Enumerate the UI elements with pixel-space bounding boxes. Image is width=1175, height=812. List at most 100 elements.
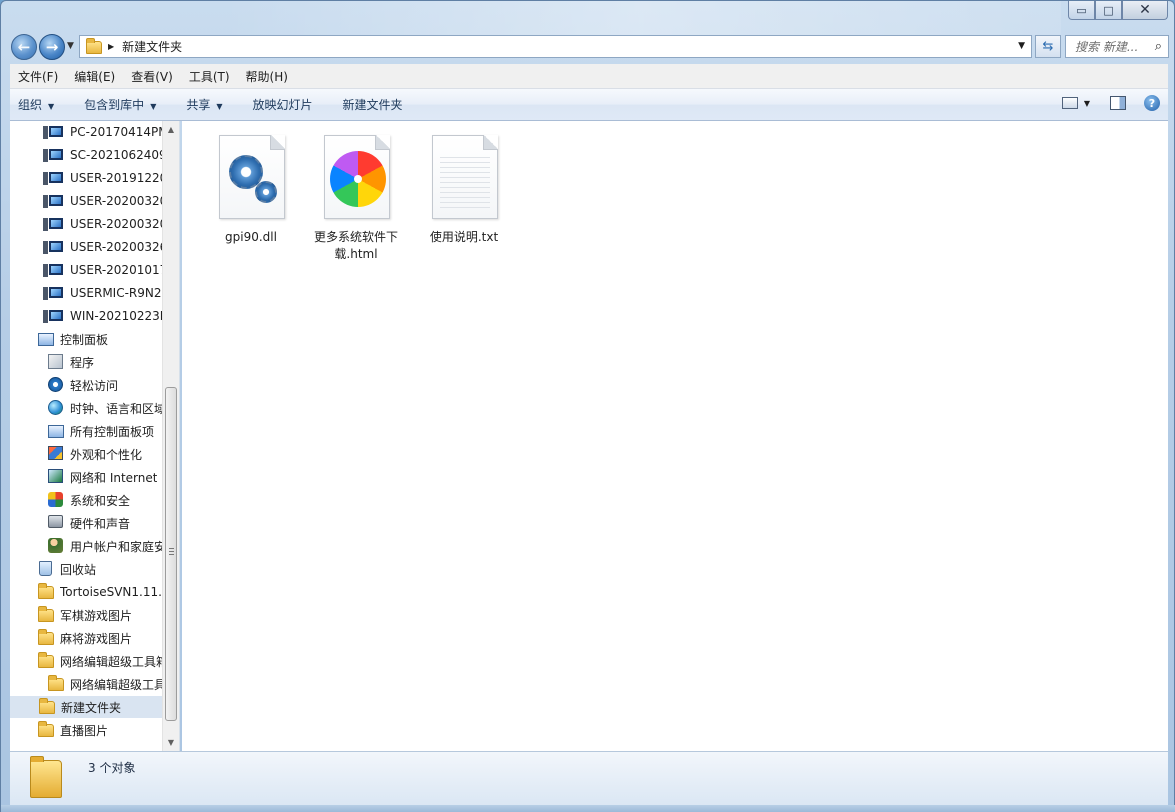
sidebar-item[interactable]: 麻将游戏图片 (38, 627, 162, 649)
new-folder-button[interactable]: 新建文件夹 (343, 96, 403, 113)
change-view-icon[interactable] (1061, 97, 1078, 109)
sidebar-item[interactable]: 程序 (48, 351, 162, 373)
menu-tools[interactable]: 工具(T) (189, 68, 230, 85)
sidebar-item[interactable]: 时钟、语言和区域 (48, 397, 162, 419)
share-button[interactable]: 共享 ▼ (186, 96, 222, 113)
file-item-dll[interactable]: gpi90.dll (205, 133, 297, 246)
breadcrumb-arrow-icon[interactable]: ▶ (108, 42, 114, 51)
hardware-icon-shape (48, 515, 63, 528)
minimize-button[interactable]: ▭ (1068, 1, 1095, 20)
sidebar-item[interactable]: 外观和个性化 (48, 443, 162, 465)
computer-icon (43, 124, 64, 140)
user-accounts-icon (48, 538, 64, 554)
sidebar-item[interactable]: SC-20210624091 (43, 144, 162, 166)
network-icon (48, 469, 64, 485)
chevron-down-icon: ▼ (216, 102, 223, 111)
sidebar-item-label: USERMIC-R9N2S (70, 286, 162, 300)
sidebar-item[interactable]: TortoiseSVN1.11.0 (38, 581, 162, 603)
maximize-button[interactable]: □ (1095, 1, 1122, 20)
navigation-scrollbar[interactable]: ▲ ▼ (162, 121, 179, 751)
programs-icon-shape (48, 354, 63, 369)
include-library-label: 包含到库中 (84, 98, 145, 112)
address-dropdown-icon[interactable]: ▼ (1018, 41, 1025, 51)
recycle-bin-icon-shape (39, 561, 52, 576)
scroll-thumb[interactable] (165, 387, 177, 721)
include-in-library-button[interactable]: 包含到库中 ▼ (84, 96, 156, 113)
sidebar-item[interactable]: 直播图片 (38, 719, 162, 741)
menu-file[interactable]: 文件(F) (18, 68, 58, 85)
sidebar-item[interactable]: USER-20200320 (43, 213, 162, 235)
sidebar-item[interactable]: 所有控制面板项 (48, 420, 162, 442)
ease-of-access-icon-shape (48, 377, 63, 392)
sidebar-item[interactable]: 硬件和声音 (48, 512, 162, 534)
sidebar-item[interactable]: 新建文件夹 (10, 696, 162, 718)
security-icon (48, 492, 64, 508)
sidebar-item[interactable]: 系统和安全 (48, 489, 162, 511)
sidebar-item[interactable]: 网络编辑超级工具箱 (38, 650, 162, 672)
sidebar-item[interactable]: WIN-20210223E (43, 305, 162, 327)
sidebar-item[interactable]: PC-20170414PM (43, 121, 162, 143)
title-bar-glass (221, 1, 1061, 35)
file-name: gpi90.dll (225, 230, 277, 244)
preview-pane-icon[interactable] (1110, 96, 1126, 110)
search-input[interactable] (1075, 39, 1153, 54)
globe-icon-shape (48, 400, 63, 415)
sidebar-item[interactable]: 轻松访问 (48, 374, 162, 396)
computer-icon (43, 239, 64, 255)
address-bar[interactable]: ▶ 新建文件夹 ▼ (79, 35, 1032, 58)
search-icon[interactable]: ⌕ (1155, 39, 1162, 54)
refresh-button[interactable]: ⇆ (1035, 35, 1061, 58)
sidebar-item[interactable]: USER-20200326V (43, 236, 162, 258)
details-pane: 3 个对象 (10, 751, 1168, 805)
chevron-down-icon: ▼ (150, 102, 157, 111)
search-box[interactable]: ⌕ (1065, 35, 1169, 58)
sidebar-item-label: 时钟、语言和区域 (70, 401, 162, 416)
menu-view[interactable]: 查看(V) (131, 68, 173, 85)
menu-edit[interactable]: 编辑(E) (74, 68, 115, 85)
file-name: 更多系统软件下载.html (313, 230, 398, 261)
back-button[interactable]: ← (11, 34, 37, 60)
sidebar-item-label: 用户帐户和家庭安 (70, 539, 162, 554)
computer-icon (43, 170, 64, 186)
sidebar-item[interactable]: 网络和 Internet (48, 466, 162, 488)
scroll-down-icon[interactable]: ▼ (163, 734, 179, 751)
txt-file-icon (428, 133, 500, 225)
share-label: 共享 (186, 98, 211, 112)
sidebar-item[interactable]: 回收站 (38, 558, 162, 580)
sidebar-item[interactable]: 军棋游戏图片 (38, 604, 162, 626)
sidebar-item[interactable]: USER-20201017I (43, 259, 162, 281)
file-item-html[interactable]: 更多系统软件下载.html (310, 133, 402, 263)
computer-icon-shape (43, 218, 63, 231)
folder-icon-shape (38, 652, 54, 668)
help-icon[interactable]: ? (1144, 95, 1160, 111)
sidebar-item[interactable]: USERMIC-R9N2S (43, 282, 162, 304)
file-item-txt[interactable]: 使用说明.txt (418, 133, 510, 246)
forward-button[interactable]: → (39, 34, 65, 60)
new-folder-label: 新建文件夹 (342, 98, 403, 112)
sidebar-item-label: 程序 (70, 355, 95, 370)
organize-button[interactable]: 组织 ▼ (18, 96, 54, 113)
sidebar-item-label: USER-20200320. (70, 194, 162, 208)
sidebar-item-label: 新建文件夹 (61, 700, 122, 715)
folder-icon (38, 606, 54, 623)
scroll-up-icon[interactable]: ▲ (163, 121, 179, 138)
file-name: 使用说明.txt (429, 230, 499, 244)
recent-pages-dropdown-icon[interactable]: ▼ (67, 41, 74, 51)
sidebar-item[interactable]: USER-20200320. (43, 190, 162, 212)
computer-icon (43, 147, 64, 163)
sidebar-item[interactable]: 网络编辑超级工具 (48, 673, 162, 695)
grip-icon (169, 548, 174, 555)
recycle-bin-icon (38, 561, 54, 577)
sidebar-item[interactable]: 控制面板 (38, 328, 162, 350)
close-button[interactable]: ✕ (1122, 1, 1168, 20)
slideshow-button[interactable]: 放映幻灯片 (253, 96, 313, 113)
sidebar-item[interactable]: 用户帐户和家庭安 (48, 535, 162, 557)
breadcrumb-current[interactable]: 新建文件夹 (122, 38, 182, 55)
explorer-window: ▭ □ ✕ ← → ▼ ▶ 新建文件夹 ▼ ⇆ ⌕ 文件(F) 编辑(E) 查看… (0, 0, 1175, 812)
view-dropdown-icon[interactable]: ▼ (1084, 99, 1090, 108)
menu-help[interactable]: 帮助(H) (246, 68, 288, 85)
sidebar-item[interactable]: USER-20191220I (43, 167, 162, 189)
folder-icon (38, 583, 54, 600)
folder-icon-shape (38, 629, 54, 645)
sidebar-item-label: 控制面板 (60, 332, 109, 347)
